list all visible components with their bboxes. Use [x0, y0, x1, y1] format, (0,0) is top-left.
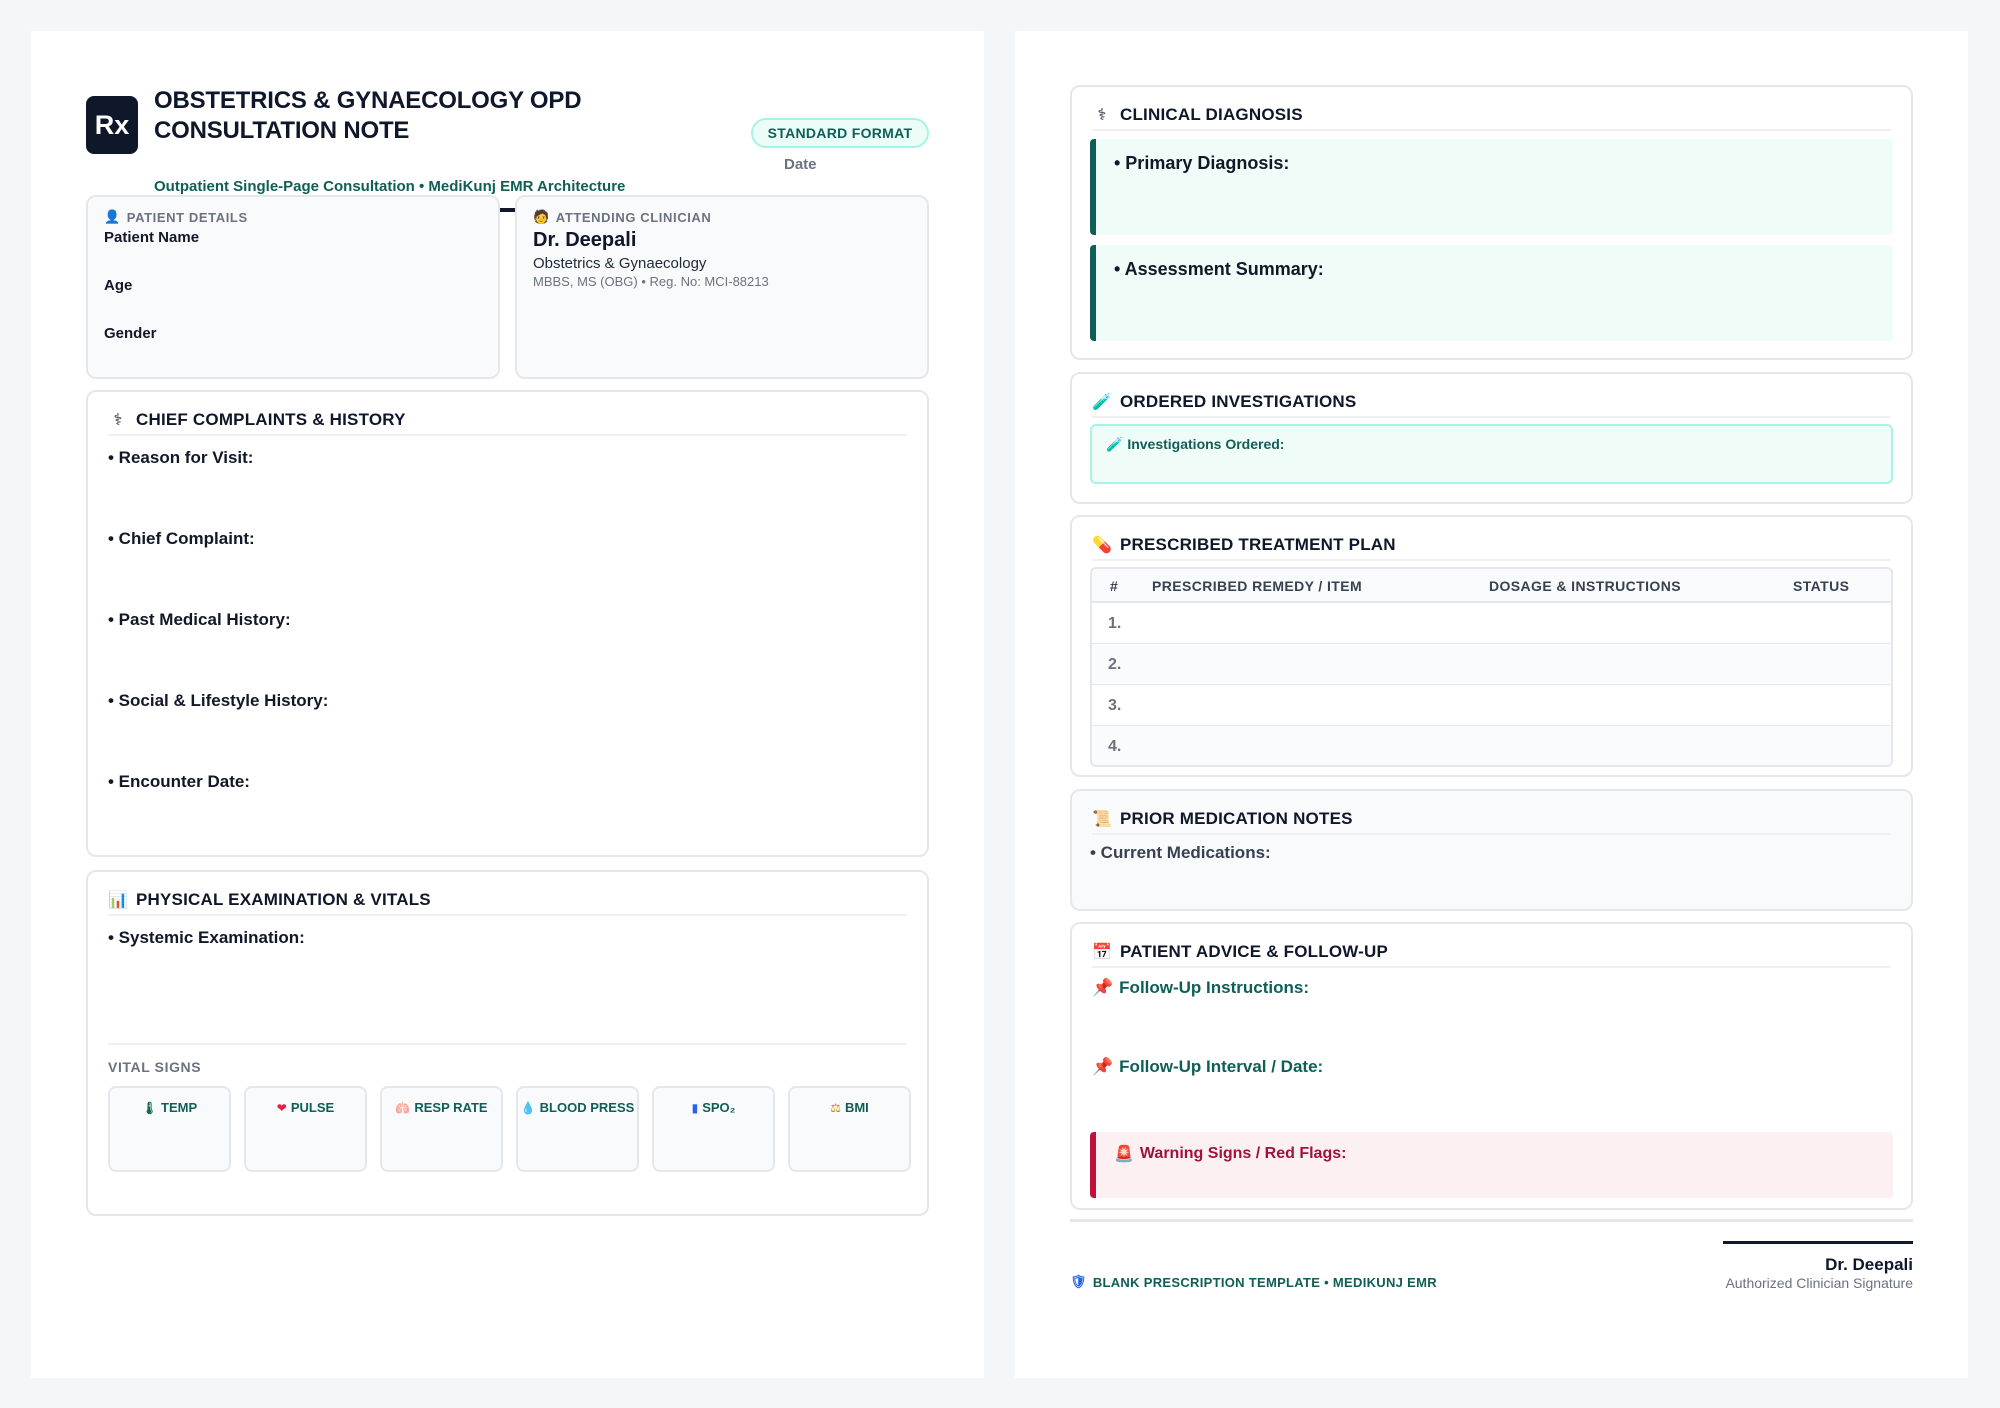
past-medical-history-field[interactable]: • Past Medical History:	[108, 610, 291, 630]
lungs-icon: 🫁	[395, 1101, 411, 1115]
chief-complaints-section: ⚕ CHIEF COMPLAINTS & HISTORY • Reason fo…	[86, 390, 929, 857]
ordered-investigations-section: 🧪 ORDERED INVESTIGATIONS 🧪 Investigation…	[1070, 372, 1913, 504]
test-tube-icon: 🧪	[1092, 394, 1113, 411]
patient-age-field[interactable]: Age	[104, 277, 132, 294]
vital-bmi-box[interactable]: ⚖ BMI	[788, 1086, 911, 1172]
vital-signs-caption: VITAL SIGNS	[108, 1059, 202, 1075]
prescribed-treatment-section: 💊 PRESCRIBED TREATMENT PLAN # PRESCRIBED…	[1070, 515, 1913, 777]
col-dosage: DOSAGE & INSTRUCTIONS	[1489, 578, 1681, 594]
physical-examination-heading: 📊 PHYSICAL EXAMINATION & VITALS	[108, 886, 907, 916]
page-right: ⚕ CLINICAL DIAGNOSIS • Primary Diagnosis…	[1015, 31, 1968, 1378]
rx-logo: Rx	[86, 96, 138, 154]
ordered-investigations-heading: 🧪 ORDERED INVESTIGATIONS	[1092, 388, 1891, 418]
pill-icon: 💊	[1092, 537, 1113, 554]
template-footer-tag: 🛡 BLANK PRESCRIPTION TEMPLATE • MEDIKUNJ…	[1070, 1274, 1437, 1290]
person-icon: 👤	[104, 209, 121, 224]
attending-clinician-caption: 🧑 ATTENDING CLINICIAN	[533, 209, 712, 225]
calendar-icon: 📅	[1092, 944, 1113, 961]
test-tube-icon: 🧪	[1106, 436, 1124, 452]
vitals-divider	[108, 1043, 907, 1045]
vital-resp-rate-box[interactable]: 🫁 RESP RATE	[380, 1086, 503, 1172]
col-status: STATUS	[1793, 578, 1850, 594]
date-label: Date	[784, 156, 817, 173]
clinical-diagnosis-heading: ⚕ CLINICAL DIAGNOSIS	[1092, 101, 1891, 131]
chart-icon: 📊	[108, 892, 129, 909]
current-medications-field[interactable]: • Current Medications:	[1090, 843, 1271, 863]
follow-up-instructions-field[interactable]: 📌 Follow-Up Instructions:	[1092, 978, 1309, 998]
format-badge: STANDARD FORMAT	[751, 118, 929, 148]
patient-advice-heading: 📅 PATIENT ADVICE & FOLLOW-UP	[1092, 938, 1891, 968]
primary-diagnosis-box[interactable]: • Primary Diagnosis:	[1090, 139, 1893, 235]
chief-complaint-field[interactable]: • Chief Complaint:	[108, 529, 255, 549]
footer-divider	[1070, 1219, 1913, 1222]
shield-icon: 🛡	[1070, 1274, 1087, 1289]
signer-name: Dr. Deepali	[1825, 1255, 1913, 1274]
page-title: OBSTETRICS & GYNAECOLOGY OPD CONSULTATIO…	[154, 87, 582, 144]
investigations-ordered-label: 🧪 Investigations Ordered:	[1106, 436, 1285, 452]
pushpin-icon: 📌	[1092, 978, 1114, 997]
encounter-date-field[interactable]: • Encounter Date:	[108, 772, 250, 792]
col-remedy: PRESCRIBED REMEDY / ITEM	[1152, 578, 1363, 594]
heart-icon: ❤	[276, 1101, 287, 1115]
physical-examination-section: 📊 PHYSICAL EXAMINATION & VITALS • System…	[86, 870, 929, 1216]
vital-blood-press-box[interactable]: 💧 BLOOD PRESS	[516, 1086, 639, 1172]
col-number: #	[1110, 578, 1119, 594]
alert-icon: 🚨	[1114, 1146, 1134, 1163]
treatment-table-header: # PRESCRIBED REMEDY / ITEM DOSAGE & INST…	[1092, 569, 1891, 603]
page-subtitle: Outpatient Single-Page Consultation • Me…	[154, 178, 626, 195]
note-header: Rx OBSTETRICS & GYNAECOLOGY OPD CONSULTA…	[86, 86, 929, 212]
patient-name-field[interactable]: Patient Name	[104, 229, 199, 246]
vital-spo2-box[interactable]: ▮ SPO₂	[652, 1086, 775, 1172]
stethoscope-icon: ⚕	[1097, 107, 1107, 124]
patient-details-card: 👤 PATIENT DETAILS Patient Name Age Gende…	[86, 195, 500, 379]
investigations-ordered-box[interactable]: 🧪 Investigations Ordered:	[1090, 424, 1893, 484]
reason-for-visit-field[interactable]: • Reason for Visit:	[108, 448, 253, 468]
clinician-credentials: MBBS, MS (OBG) • Reg. No: MCI-88213	[533, 274, 769, 289]
patient-gender-field[interactable]: Gender	[104, 325, 157, 342]
table-row[interactable]: 3.	[1092, 685, 1891, 726]
primary-diagnosis-label: • Primary Diagnosis:	[1114, 153, 1290, 173]
page-left: Rx OBSTETRICS & GYNAECOLOGY OPD CONSULTA…	[31, 31, 984, 1378]
vital-temp-box[interactable]: 🌡 TEMP	[108, 1086, 231, 1172]
patient-advice-section: 📅 PATIENT ADVICE & FOLLOW-UP 📌 Follow-Up…	[1070, 922, 1913, 1210]
vital-pulse-box[interactable]: ❤ PULSE	[244, 1086, 367, 1172]
scroll-icon: 📜	[1092, 811, 1113, 828]
social-lifestyle-history-field[interactable]: • Social & Lifestyle History:	[108, 691, 328, 711]
clinical-diagnosis-section: ⚕ CLINICAL DIAGNOSIS • Primary Diagnosis…	[1070, 85, 1913, 360]
treatment-table: # PRESCRIBED REMEDY / ITEM DOSAGE & INST…	[1090, 567, 1893, 767]
chief-complaints-heading: ⚕ CHIEF COMPLAINTS & HISTORY	[108, 406, 907, 436]
follow-up-interval-field[interactable]: 📌 Follow-Up Interval / Date:	[1092, 1057, 1323, 1077]
signature-line[interactable]	[1723, 1241, 1913, 1244]
clinician-name: Dr. Deepali	[533, 229, 637, 251]
attending-clinician-card: 🧑 ATTENDING CLINICIAN Dr. Deepali Obstet…	[515, 195, 929, 379]
patient-details-caption: 👤 PATIENT DETAILS	[104, 209, 248, 225]
prior-medication-heading: 📜 PRIOR MEDICATION NOTES	[1092, 805, 1891, 835]
prior-medication-section: 📜 PRIOR MEDICATION NOTES • Current Medic…	[1070, 789, 1913, 911]
table-row[interactable]: 2.	[1092, 644, 1891, 685]
table-row[interactable]: 1.	[1092, 603, 1891, 644]
clinician-specialty: Obstetrics & Gynaecology	[533, 255, 707, 272]
stethoscope-icon: ⚕	[113, 412, 123, 429]
oximeter-icon: ▮	[691, 1101, 699, 1115]
warning-signs-label: 🚨 Warning Signs / Red Flags:	[1114, 1145, 1347, 1163]
table-row[interactable]: 4.	[1092, 726, 1891, 765]
assessment-summary-label: • Assessment Summary:	[1114, 259, 1324, 279]
systemic-examination-field[interactable]: • Systemic Examination:	[108, 928, 305, 948]
doctor-icon: 🧑	[533, 209, 550, 224]
assessment-summary-box[interactable]: • Assessment Summary:	[1090, 245, 1893, 341]
prescribed-treatment-heading: 💊 PRESCRIBED TREATMENT PLAN	[1092, 531, 1891, 561]
warning-signs-box[interactable]: 🚨 Warning Signs / Red Flags:	[1090, 1132, 1893, 1198]
signature-caption: Authorized Clinician Signature	[1725, 1275, 1913, 1291]
scale-icon: ⚖	[830, 1101, 841, 1115]
blood-drop-icon: 💧	[520, 1101, 536, 1115]
pushpin-icon: 📌	[1092, 1057, 1114, 1076]
thermometer-icon: 🌡	[141, 1101, 158, 1115]
